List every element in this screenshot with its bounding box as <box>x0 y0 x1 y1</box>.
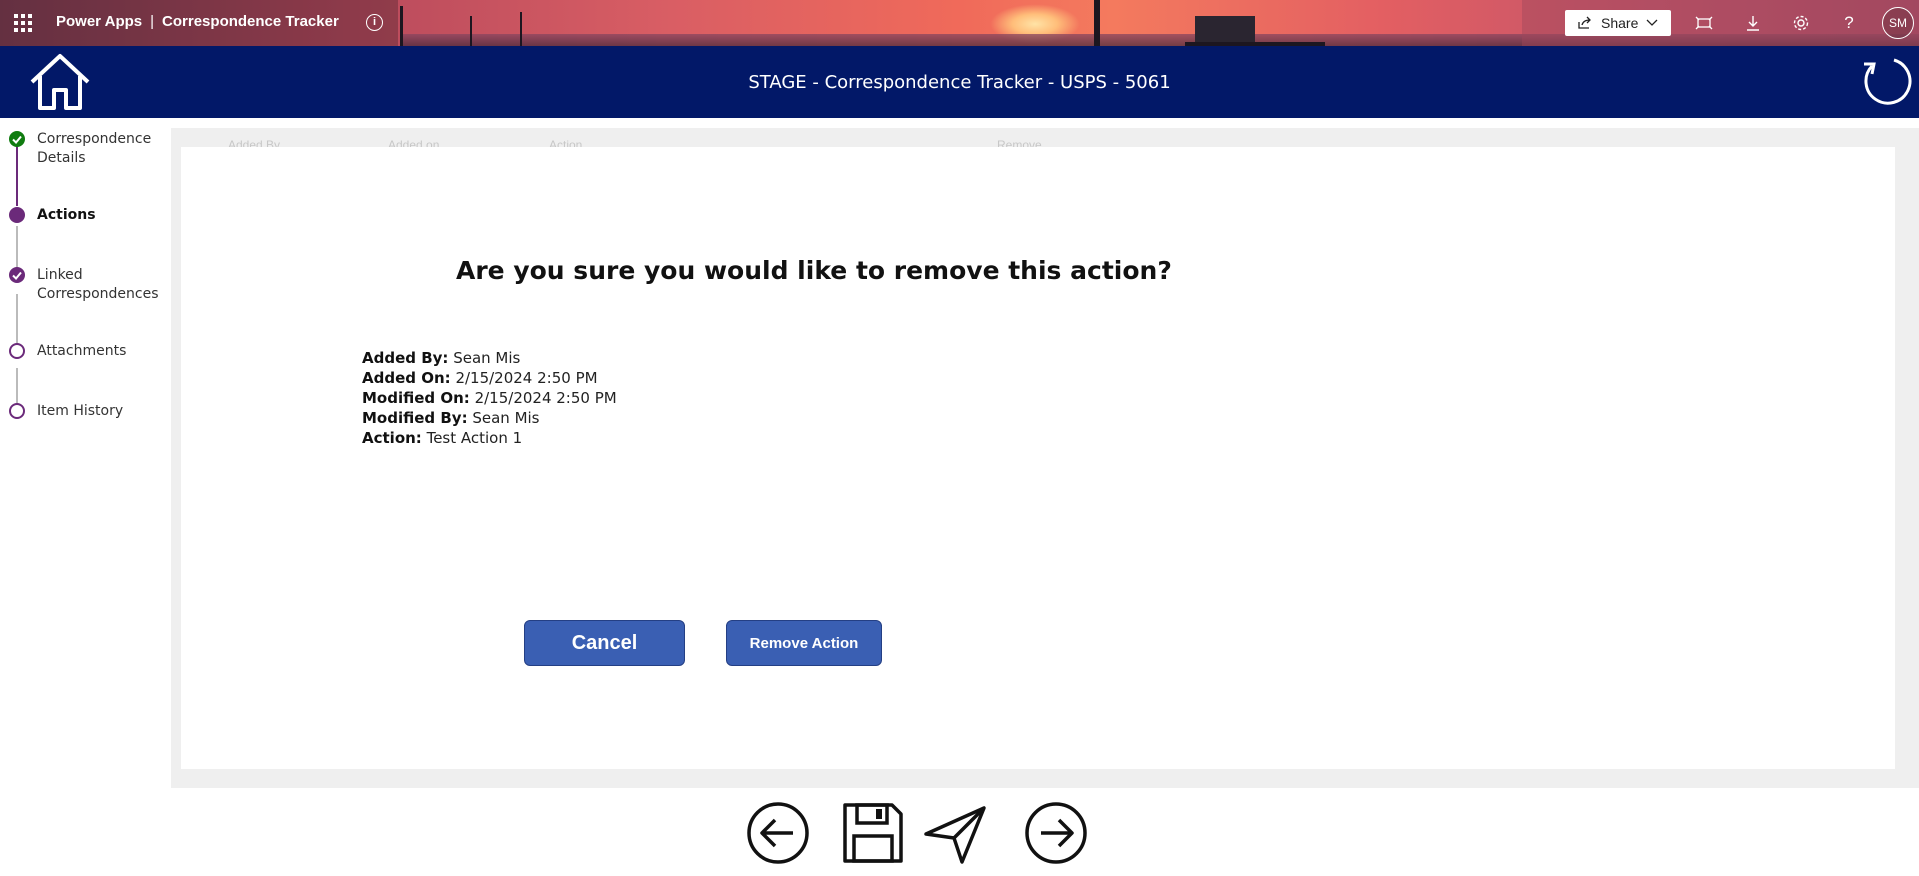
pole <box>1094 0 1100 46</box>
palm-trunk <box>400 6 403 46</box>
detail-label: Action: <box>362 429 422 447</box>
pending-step-dot <box>9 403 25 419</box>
check-icon <box>9 131 25 147</box>
check-icon <box>9 267 25 283</box>
confirm-dialog <box>181 147 1895 769</box>
step-label: Correspondence Details <box>37 131 152 166</box>
page-title: STAGE - Correspondence Tracker - USPS - … <box>748 72 1171 93</box>
step-connector <box>16 144 18 206</box>
save-icon[interactable] <box>840 800 906 866</box>
help-icon[interactable]: ? <box>1838 12 1860 34</box>
avatar[interactable]: SM <box>1882 7 1914 39</box>
step-connector <box>16 294 18 348</box>
remove-action-button[interactable]: Remove Action <box>726 620 882 666</box>
suite-app-title: Power Apps | Correspondence Tracker <box>56 13 339 30</box>
detail-value: Test Action 1 <box>426 429 523 447</box>
current-step-dot <box>9 207 25 223</box>
detail-value: 2/15/2024 2:50 PM <box>455 369 598 387</box>
forward-arrow-icon[interactable] <box>1023 800 1089 866</box>
dialog-title: Are you sure you would like to remove th… <box>456 256 1172 285</box>
detail-value: Sean Mis <box>453 349 521 367</box>
action-details: Added By: Sean Mis Added On: 2/15/2024 2… <box>362 348 617 448</box>
detail-value: 2/15/2024 2:50 PM <box>474 389 617 407</box>
send-icon[interactable] <box>922 800 988 866</box>
waffle-icon[interactable] <box>14 14 32 32</box>
app-name: Power Apps <box>56 13 143 30</box>
suite-bar: Power Apps | Correspondence Tracker i Shar… <box>0 0 1919 46</box>
detail-label: Modified On: <box>362 389 470 407</box>
cancel-button[interactable]: Cancel <box>524 620 685 666</box>
download-icon[interactable] <box>1742 12 1764 34</box>
palm-trunk <box>520 12 522 46</box>
detail-label: Added By: <box>362 349 449 367</box>
share-icon <box>1578 16 1591 29</box>
detail-row: Action: Test Action 1 <box>362 428 617 448</box>
step-label: Linked Correspondences <box>37 267 159 302</box>
share-label: Share <box>1601 15 1639 31</box>
detail-row: Modified On: 2/15/2024 2:50 PM <box>362 388 617 408</box>
step-label: Item History <box>37 403 124 419</box>
detail-row: Added On: 2/15/2024 2:50 PM <box>362 368 617 388</box>
detail-row: Modified By: Sean Mis <box>362 408 617 428</box>
detail-label: Added On: <box>362 369 451 387</box>
detail-label: Modified By: <box>362 409 468 427</box>
share-button[interactable]: Share <box>1565 10 1671 36</box>
info-icon[interactable]: i <box>366 14 383 31</box>
title-separator: | <box>150 13 155 30</box>
detail-value: Sean Mis <box>472 409 540 427</box>
chevron-down-icon <box>1646 19 1658 26</box>
app-title: Correspondence Tracker <box>162 13 339 30</box>
settings-icon[interactable] <box>1790 12 1812 34</box>
step-label: Attachments <box>37 343 127 359</box>
refresh-icon[interactable] <box>1858 54 1914 110</box>
step-label: Actions <box>37 207 96 223</box>
fit-screen-icon[interactable] <box>1693 12 1715 34</box>
detail-row: Added By: Sean Mis <box>362 348 617 368</box>
step-navigation: Correspondence Details Actions Linked Co… <box>0 118 170 568</box>
palm-trunk <box>470 16 472 46</box>
back-arrow-icon[interactable] <box>745 800 811 866</box>
pending-step-dot <box>9 343 25 359</box>
